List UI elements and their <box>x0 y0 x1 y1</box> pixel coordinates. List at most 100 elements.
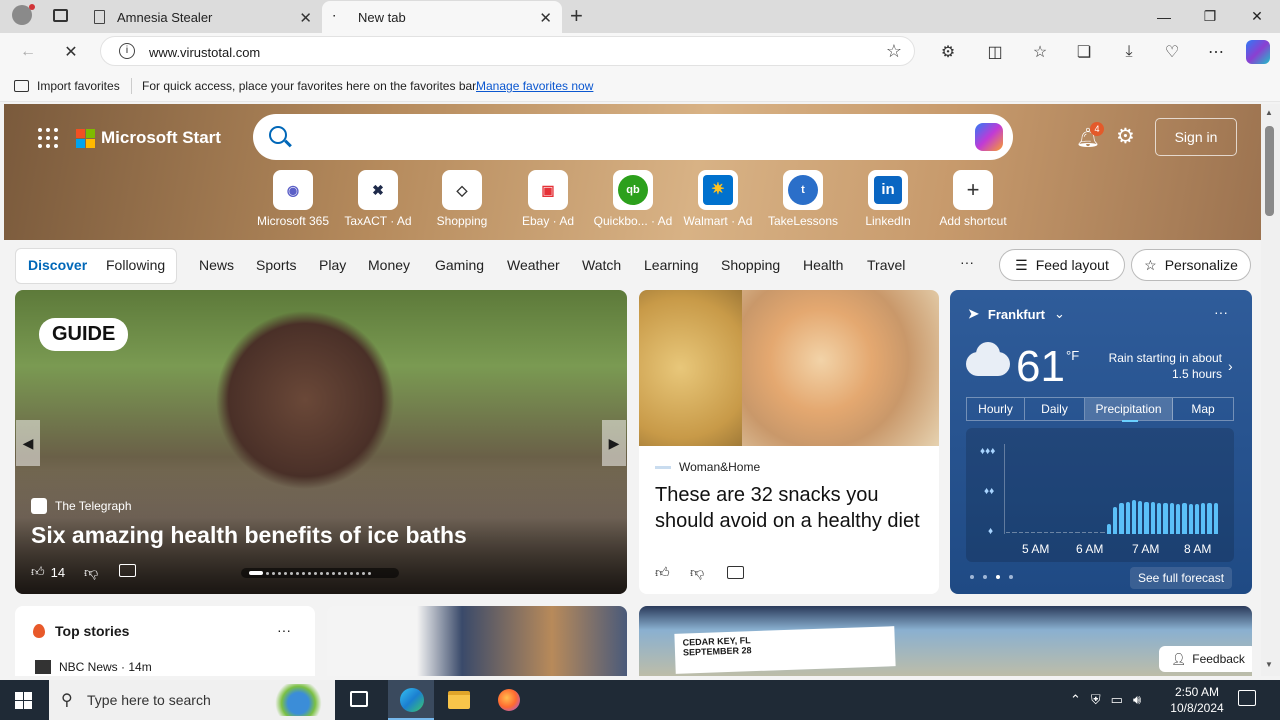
personalize-button[interactable]: ☆ Personalize <box>1131 249 1251 281</box>
page-settings-icon[interactable]: ⚙ <box>1116 124 1135 149</box>
nav-more-icon[interactable]: ··· <box>960 254 974 270</box>
back-icon[interactable]: ← <box>17 41 39 63</box>
story-headline[interactable]: These are 32 snacks you should avoid on … <box>655 482 925 534</box>
security-icon[interactable]: ⛨ <box>1091 692 1101 708</box>
extensions-icon[interactable]: ⚙ <box>937 41 959 63</box>
weather-pager-dots[interactable] <box>970 575 1013 579</box>
apps-launcher-icon[interactable] <box>38 128 58 148</box>
web-search-box[interactable] <box>253 114 1013 160</box>
scroll-down-icon[interactable]: ▼ <box>1265 660 1273 669</box>
tab-new-tab[interactable]: ⠂ New tab ✕ <box>322 1 562 33</box>
collections-icon[interactable]: ❏ <box>1073 41 1095 63</box>
info-icon[interactable]: i <box>119 43 135 59</box>
fashion-story-card[interactable] <box>327 606 627 676</box>
copilot-search-icon[interactable] <box>975 123 1003 151</box>
scroll-thumb[interactable] <box>1265 126 1274 216</box>
file-explorer-icon[interactable] <box>448 691 470 709</box>
tab-actions-icon[interactable] <box>53 9 68 22</box>
taskbar-search-box[interactable]: ⚲ Type here to search <box>49 680 335 720</box>
volume-icon[interactable]: 🔊︎ <box>1133 692 1141 708</box>
nav-sports[interactable]: Sports <box>256 257 296 273</box>
address-bar[interactable]: i www.virustotal.com ☆ <box>100 36 915 66</box>
nav-money[interactable]: Money <box>368 257 410 273</box>
new-tab-button[interactable]: + <box>570 3 583 29</box>
shortcut-ebay[interactable]: ▣ Ebay · Ad <box>508 170 588 228</box>
clock[interactable]: 2:50 AM 10/8/2024 <box>1168 684 1226 716</box>
copilot-icon[interactable] <box>1246 40 1270 64</box>
feed-layout-button[interactable]: ☰ Feed layout <box>999 249 1125 281</box>
favorites-icon[interactable]: ☆ <box>1029 41 1051 63</box>
tab-following[interactable]: Following <box>106 257 165 273</box>
nav-watch[interactable]: Watch <box>582 257 621 273</box>
browser-essentials-icon[interactable]: ♡ <box>1161 41 1183 63</box>
hero-story-card[interactable]: GUIDE ◀ ▶ The Telegraph Six amazing heal… <box>15 290 627 594</box>
page-scrollbar[interactable]: ▲ ▼ <box>1261 104 1280 676</box>
network-icon[interactable]: ▭ <box>1111 692 1123 708</box>
tab-discover[interactable]: Discover <box>28 257 87 273</box>
microsoft-logo[interactable]: Microsoft Start <box>76 128 221 148</box>
tab-daily[interactable]: Daily <box>1025 398 1085 420</box>
shortcut-takelessons[interactable]: t TakeLessons <box>763 170 843 228</box>
close-window-button[interactable]: ✕ <box>1234 0 1280 33</box>
shortcut-linkedin[interactable]: in LinkedIn <box>848 170 928 228</box>
nav-play[interactable]: Play <box>319 257 346 273</box>
scroll-up-icon[interactable]: ▲ <box>1265 108 1273 117</box>
chevron-right-icon[interactable]: › <box>1228 358 1233 374</box>
tab-amnesia-stealer[interactable]: Amnesia Stealer ✕ <box>84 1 322 33</box>
nav-learning[interactable]: Learning <box>644 257 699 273</box>
tab-map[interactable]: Map <box>1173 398 1233 420</box>
stop-loading-icon[interactable]: ✕ <box>60 41 82 63</box>
shortcut-shopping[interactable]: ◇ Shopping <box>422 170 502 228</box>
story-headline[interactable]: Six amazing health benefits of ice baths <box>31 522 467 549</box>
carousel-prev-button[interactable]: ◀ <box>16 420 40 466</box>
sign-in-button[interactable]: Sign in <box>1155 118 1237 156</box>
like-button[interactable]: 👍︎ 14 <box>31 564 65 580</box>
shortcut-taxact[interactable]: ✖ TaxACT · Ad <box>338 170 418 228</box>
feedback-button[interactable]: 👤︎ Feedback <box>1159 646 1252 672</box>
nav-shopping[interactable]: Shopping <box>721 257 780 273</box>
nav-health[interactable]: Health <box>803 257 843 273</box>
more-options-icon[interactable]: ··· <box>277 622 291 638</box>
downloads-icon[interactable]: ⤓ <box>1118 41 1140 63</box>
edge-taskbar-icon[interactable] <box>388 680 434 720</box>
nav-gaming[interactable]: Gaming <box>435 257 484 273</box>
restore-button[interactable]: ❐ <box>1187 0 1233 33</box>
comment-icon[interactable] <box>119 564 136 577</box>
shortcut-walmart[interactable]: ✷ Walmart · Ad <box>678 170 758 228</box>
import-favorites-button[interactable]: Import favorites <box>14 79 120 93</box>
minimize-button[interactable]: — <box>1141 0 1187 33</box>
thumbs-down-icon[interactable]: 👎︎ <box>84 564 98 581</box>
tab-precipitation[interactable]: Precipitation <box>1085 398 1173 420</box>
thumbs-down-icon[interactable]: 👎︎ <box>690 564 704 581</box>
news-video-card[interactable]: CEDAR KEY, FL SEPTEMBER 28 👤︎ Feedback <box>639 606 1252 676</box>
chevron-up-icon[interactable]: ⌃ <box>1070 692 1081 708</box>
thumbs-up-icon[interactable]: 👍︎ <box>655 564 670 581</box>
weather-card[interactable]: ➤ Frankfurt ⌄ ··· 61 °F Rain starting in… <box>950 290 1252 594</box>
notifications-icon[interactable] <box>1238 690 1256 706</box>
firefox-icon[interactable] <box>498 689 520 711</box>
shortcut-quickbooks[interactable]: qb Quickbo... · Ad <box>593 170 673 228</box>
comment-icon[interactable] <box>727 566 744 579</box>
carousel-next-button[interactable]: ▶ <box>602 420 626 466</box>
url-text[interactable]: www.virustotal.com <box>149 45 260 60</box>
manage-favorites-link[interactable]: Manage favorites now <box>476 79 593 93</box>
snacks-story-card[interactable]: Woman&Home These are 32 snacks you shoul… <box>639 290 939 594</box>
close-icon[interactable]: ✕ <box>539 9 552 27</box>
location-selector[interactable]: ➤ Frankfurt ⌄ <box>968 306 1065 322</box>
nav-news[interactable]: News <box>199 257 234 273</box>
nav-weather[interactable]: Weather <box>507 257 560 273</box>
see-full-forecast-button[interactable]: See full forecast <box>1130 567 1233 589</box>
shortcut-add[interactable]: + Add shortcut <box>933 170 1013 228</box>
more-options-icon[interactable]: ··· <box>1214 304 1228 320</box>
tab-hourly[interactable]: Hourly <box>967 398 1025 420</box>
close-icon[interactable]: ✕ <box>299 9 312 27</box>
split-screen-icon[interactable]: ◫ <box>984 41 1006 63</box>
plus-icon: + <box>953 170 993 210</box>
settings-more-icon[interactable]: ⋯ <box>1205 41 1227 63</box>
shortcut-microsoft-365[interactable]: ◉ Microsoft 365 <box>253 170 333 228</box>
task-view-icon[interactable] <box>350 691 368 707</box>
carousel-dots[interactable] <box>241 568 399 578</box>
start-button[interactable] <box>15 692 32 709</box>
nav-travel[interactable]: Travel <box>867 257 905 273</box>
favorite-star-icon[interactable]: ☆ <box>886 41 902 62</box>
